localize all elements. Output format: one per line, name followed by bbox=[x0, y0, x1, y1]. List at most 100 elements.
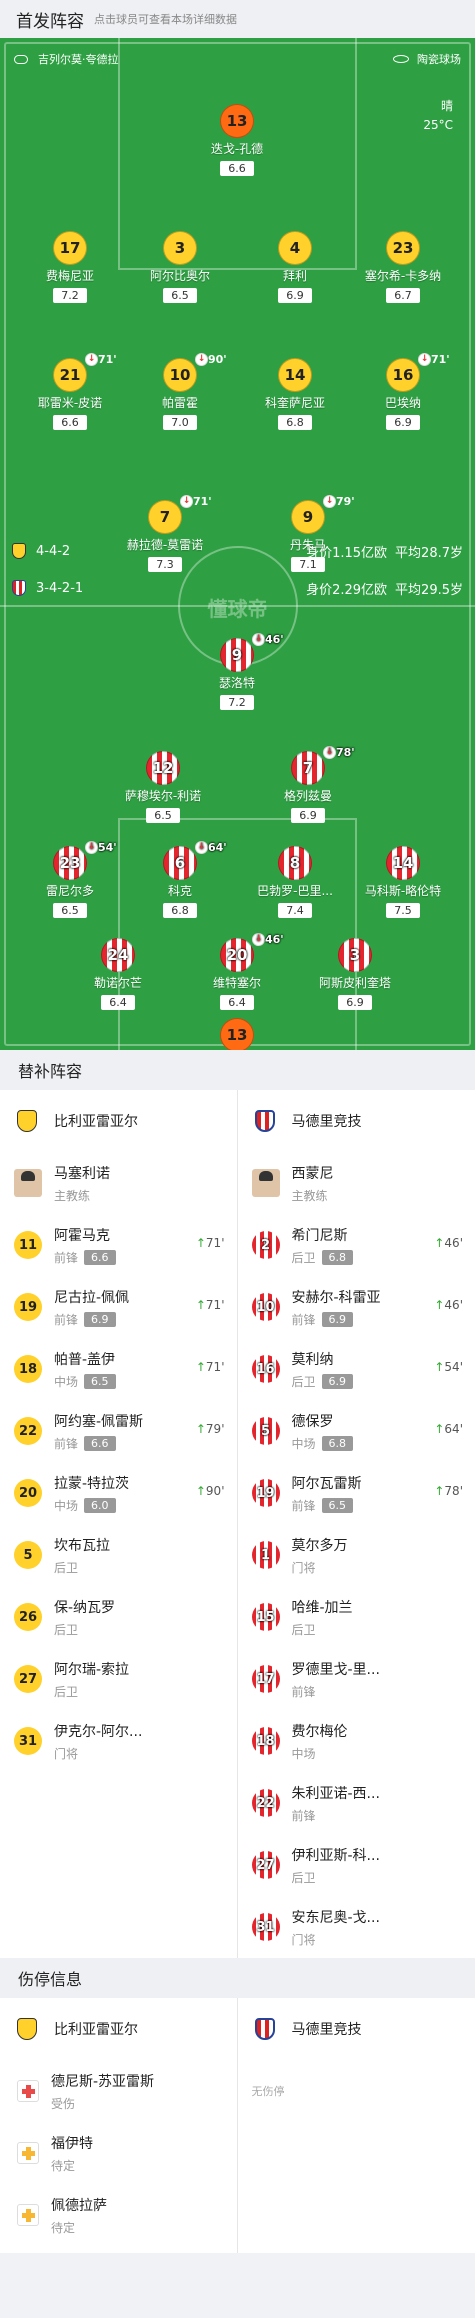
player-marker[interactable]: 23 塞尔希-卡多纳 6.7 bbox=[351, 231, 455, 303]
weather-text: 晴 bbox=[440, 99, 453, 113]
sub-player-name: 安赫尔-科雷亚 bbox=[291, 1289, 381, 1306]
coach-avatar bbox=[251, 1169, 280, 1197]
player-name: 维特塞尔 bbox=[212, 976, 261, 990]
sub-in-time: 54' bbox=[444, 1360, 463, 1374]
sub-player-name: 伊克尔-阿尔... bbox=[54, 1723, 143, 1740]
sub-player-position: 中场 bbox=[54, 1498, 79, 1513]
player-marker[interactable]: 24 勒诺尔芒 6.4 bbox=[66, 938, 170, 1010]
sub-player-position: 门将 bbox=[54, 1746, 79, 1761]
whistle-icon bbox=[14, 54, 28, 64]
player-marker[interactable]: 7 ↓ 71' 赫拉德-莫雷诺 7.3 bbox=[113, 495, 217, 572]
player-rating: 7.2 bbox=[53, 288, 87, 303]
player-marker[interactable]: 7 ↓ 78' 格列兹曼 6.9 bbox=[256, 746, 360, 823]
substitution-icon: ↓ bbox=[85, 841, 98, 854]
sub-player-row[interactable]: 5 坎布瓦拉 后卫 bbox=[0, 1524, 237, 1586]
sub-player-row[interactable]: 11 阿霍马克 前锋 6.6 ↑71' bbox=[0, 1214, 237, 1276]
sub-player-name: 伊利亚斯-科... bbox=[291, 1847, 380, 1864]
player-rating: 6.6 bbox=[53, 415, 87, 430]
player-number: 24 bbox=[107, 946, 129, 964]
sub-player-position: 中场 bbox=[291, 1746, 316, 1761]
sub-player-row[interactable]: 19 阿尔瓦雷斯 前锋 6.5 ↑78' bbox=[238, 1462, 475, 1524]
player-number-badge: 7 ↓ 71' bbox=[148, 495, 212, 534]
player-rating: 6.9 bbox=[291, 808, 325, 823]
player-marker[interactable]: 4 拜利 6.9 bbox=[243, 231, 347, 303]
player-rating: 7.4 bbox=[278, 903, 312, 918]
player-name: 勒诺尔芒 bbox=[93, 976, 142, 990]
atletico-crest-icon bbox=[252, 1108, 278, 1134]
sub-player-row[interactable]: 22 阿约塞-佩雷斯 前锋 6.6 ↑79' bbox=[0, 1400, 237, 1462]
sub-player-row[interactable]: 10 安赫尔-科雷亚 前锋 6.9 ↑46' bbox=[238, 1276, 475, 1338]
player-number-badge: 14 bbox=[386, 846, 420, 880]
sub-in-time: 71' bbox=[205, 1298, 225, 1312]
sub-player-row[interactable]: 27 伊利亚斯-科... 后卫 bbox=[238, 1834, 475, 1896]
player-marker[interactable]: 14 马科斯-略伦特 7.5 bbox=[351, 846, 455, 918]
sub-player-meta: 前锋 6.6 bbox=[54, 1435, 143, 1452]
coach-row[interactable]: 马塞利诺 主教练 bbox=[0, 1152, 237, 1214]
sub-player-row[interactable]: 17 罗德里戈-里... 前锋 bbox=[238, 1648, 475, 1710]
player-number: 8 bbox=[289, 854, 301, 872]
sub-player-meta: 前锋 6.5 bbox=[292, 1497, 362, 1514]
sub-player-row[interactable]: 1 莫尔多万 门将 bbox=[238, 1524, 475, 1586]
player-marker[interactable]: 23 ↓ 54' 雷尼尔多 6.5 bbox=[18, 841, 122, 918]
sub-in-time: 71' bbox=[205, 1360, 225, 1374]
sub-player-name: 坎布瓦拉 bbox=[54, 1537, 110, 1554]
sub-player-info: 安赫尔-科雷亚 前锋 6.9 bbox=[292, 1287, 381, 1328]
sub-player-number: 27 bbox=[14, 1665, 42, 1693]
sub-player-position: 门将 bbox=[291, 1932, 316, 1947]
sub-player-meta: 后卫 6.8 bbox=[292, 1249, 354, 1266]
coach-row[interactable]: 西蒙尼 主教练 bbox=[238, 1152, 475, 1214]
player-marker[interactable]: 9 ↓ 79' 丹朱马 7.1 bbox=[256, 495, 360, 572]
sub-player-row[interactable]: 22 朱利亚诺-西... 前锋 bbox=[238, 1772, 475, 1834]
player-rating: 6.7 bbox=[386, 288, 420, 303]
sub-player-position: 前锋 bbox=[291, 1312, 316, 1327]
sub-player-row[interactable]: 15 哈维-加兰 后卫 bbox=[238, 1586, 475, 1648]
sub-player-row[interactable]: 27 阿尔瑞-索拉 后卫 bbox=[0, 1648, 237, 1710]
injury-row[interactable]: 福伊特 待定 bbox=[0, 2122, 237, 2184]
player-marker[interactable]: 16 ↓ 71' 巴埃纳 6.9 bbox=[351, 353, 455, 430]
sub-player-rating: 6.6 bbox=[84, 1249, 116, 1265]
player-marker[interactable]: 13奥布拉克6.0 bbox=[185, 1018, 289, 1050]
sub-player-info: 费尔梅伦 中场 bbox=[292, 1721, 348, 1762]
substitution-minute: 46' bbox=[265, 933, 284, 946]
player-marker[interactable]: 12 萨穆埃尔-利诺 6.5 bbox=[111, 751, 215, 823]
player-marker[interactable]: 10 ↓ 90' 帕雷霍 7.0 bbox=[128, 353, 232, 430]
sub-player-info: 拉蒙-特拉茨 中场 6.0 bbox=[54, 1473, 129, 1514]
sub-in-icon: ↑ bbox=[434, 1484, 445, 1498]
sub-player-row[interactable]: 2 希门尼斯 后卫 6.8 ↑46' bbox=[238, 1214, 475, 1276]
sub-in-time: 90' bbox=[205, 1484, 225, 1498]
player-marker[interactable]: 21 ↓ 71' 耶雷米-皮诺 6.6 bbox=[18, 353, 122, 430]
player-marker[interactable]: 17 费梅尼亚 7.2 bbox=[18, 231, 122, 303]
villarreal-crest-icon bbox=[14, 1108, 40, 1134]
player-number: 17 bbox=[59, 239, 81, 257]
player-marker[interactable]: 14 科奎萨尼亚 6.8 bbox=[243, 358, 347, 430]
sub-player-row[interactable]: 19 尼古拉-佩佩 前锋 6.9 ↑71' bbox=[0, 1276, 237, 1338]
player-marker[interactable]: 3 阿斯皮利奎塔 6.9 bbox=[303, 938, 407, 1010]
sub-player-row[interactable]: 31 安东尼奥-戈... 门将 bbox=[238, 1896, 475, 1958]
injury-row[interactable]: 佩德拉萨 待定 bbox=[0, 2184, 237, 2246]
sub-in-time: 46' bbox=[444, 1298, 463, 1312]
player-marker[interactable]: 9 ↓ 46' 瑟洛特 7.2 bbox=[185, 633, 289, 710]
player-marker[interactable]: 13 迭戈-孔德 6.6 bbox=[185, 104, 289, 176]
sub-player-row[interactable]: 16 莫利纳 后卫 6.9 ↑54' bbox=[238, 1338, 475, 1400]
sub-player-row[interactable]: 18 费尔梅伦 中场 bbox=[238, 1710, 475, 1772]
sub-player-row[interactable]: 20 拉蒙-特拉茨 中场 6.0 ↑90' bbox=[0, 1462, 237, 1524]
player-marker[interactable]: 8 巴勃罗-巴里... 7.4 bbox=[243, 846, 347, 918]
sub-player-number: 19 bbox=[14, 1293, 42, 1321]
player-number-badge: 7 ↓ 78' bbox=[291, 746, 355, 785]
player-marker[interactable]: 6 ↓ 64' 科克 6.8 bbox=[128, 841, 232, 918]
player-marker[interactable]: 20 ↓ 46' 维特塞尔 6.4 bbox=[185, 933, 289, 1010]
player-marker[interactable]: 3 阿尔比奥尔 6.5 bbox=[128, 231, 232, 303]
sub-in-minute: ↑46' bbox=[434, 1298, 463, 1312]
sub-player-row[interactable]: 26 保-纳瓦罗 后卫 bbox=[0, 1586, 237, 1648]
player-rating: 7.1 bbox=[291, 557, 325, 572]
sub-player-number: 2 bbox=[251, 1231, 280, 1259]
sub-player-row[interactable]: 31 伊克尔-阿尔... 门将 bbox=[0, 1710, 237, 1772]
player-name: 费梅尼亚 bbox=[45, 269, 94, 283]
player-number-badge: 10 ↓ 90' bbox=[163, 353, 227, 392]
injury-row[interactable]: 德尼斯-苏亚雷斯 受伤 bbox=[0, 2060, 237, 2122]
player-name: 马科斯-略伦特 bbox=[364, 884, 442, 898]
sub-player-row[interactable]: 18 帕普-盖伊 中场 6.5 ↑71' bbox=[0, 1338, 237, 1400]
sub-player-row[interactable]: 5 德保罗 中场 6.8 ↑64' bbox=[238, 1400, 475, 1462]
substitution-icon: ↓ bbox=[85, 353, 98, 366]
sub-player-position: 后卫 bbox=[54, 1684, 79, 1699]
